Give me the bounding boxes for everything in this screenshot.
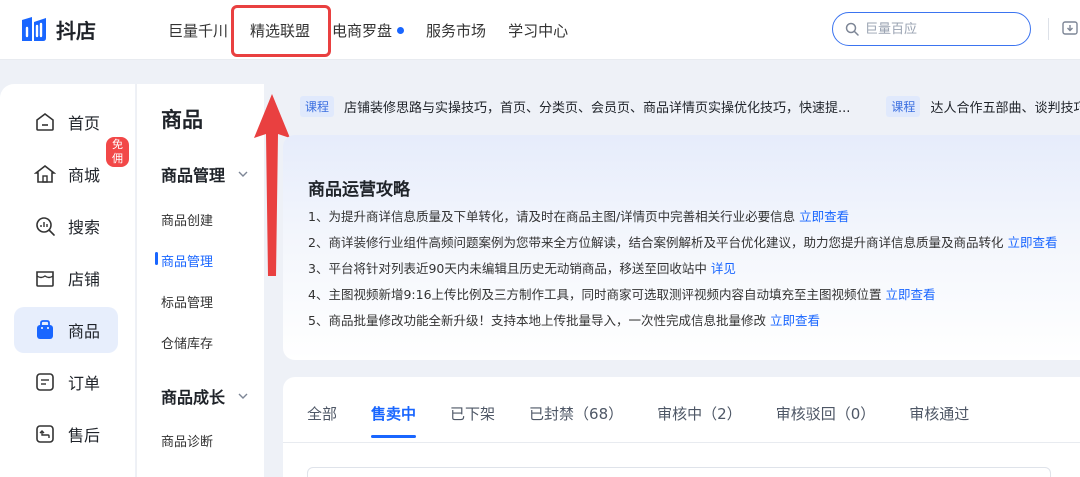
sidebar-item-search[interactable]: 搜索 xyxy=(14,203,118,249)
sidebar-item-products[interactable]: 商品 xyxy=(14,307,118,353)
guide-item: 4、主图视频新增9:16上传比例及三方制作工具，同时商家可选取测评视频内容自动填… xyxy=(308,286,1080,312)
status-tabs: 全部 售卖中 已下架 已封禁（68） 审核中（2） 审核驳回（0） 审核通过 xyxy=(307,403,1003,438)
chevron-down-icon xyxy=(238,171,248,177)
chevron-down-icon xyxy=(238,393,248,399)
sublink-warehouse-stock[interactable]: 仓储库存 xyxy=(161,333,213,352)
group-product-growth[interactable]: 商品成长 xyxy=(161,384,249,408)
guide-item: 3、平台将针对列表近90天内未编辑且历史无动销商品，移送至回收站中 详见 xyxy=(308,260,1080,286)
sublink-product-manage[interactable]: 商品管理 xyxy=(161,251,213,270)
sidebar-item-label: 商城 xyxy=(68,166,101,185)
sidebar-item-orders[interactable]: 订单 xyxy=(14,359,118,405)
section-title: 商品 xyxy=(161,108,203,132)
operation-guide-card: 商品运营攻略 1、为提升商详信息质量及下单转化，请及时在商品主图/详情页中完善相… xyxy=(283,135,1080,360)
douyin-shop-logo-icon xyxy=(22,17,46,41)
sublink-product-diagnosis[interactable]: 商品诊断 xyxy=(161,431,213,450)
guide-item: 2、商详装修行业组件高频问题案例为您带来全方位解读，结合案例解析及平台优化建议，… xyxy=(308,234,1080,260)
order-list-icon xyxy=(36,373,54,391)
tab-under-review[interactable]: 审核中（2） xyxy=(657,403,742,438)
free-commission-badge: 免佣 xyxy=(106,137,129,167)
nav-label: 巨量千川 xyxy=(168,21,229,40)
guide-text: 2、商详装修行业组件高频问题案例为您带来全方位解读，结合案例解析及平台优化建议，… xyxy=(308,235,1004,250)
nav-item-service-market[interactable]: 服务市场 xyxy=(426,20,486,41)
search-icon xyxy=(845,22,859,36)
tab-all[interactable]: 全部 xyxy=(307,403,337,438)
after-sales-icon xyxy=(36,425,54,443)
guide-item: 1、为提升商详信息质量及下单转化，请及时在商品主图/详情页中完善相关行业必要信息… xyxy=(308,208,1080,234)
tab-review-approved[interactable]: 审核通过 xyxy=(909,403,969,438)
download-icon[interactable] xyxy=(1062,20,1080,38)
secondary-sidebar: 商品 商品管理 商品创建 商品管理 标品管理 仓储库存 商品成长 商品诊断 xyxy=(136,84,264,477)
guide-text: 3、平台将针对列表近90天内未编辑且历史无动销商品，移送至回收站中 xyxy=(308,261,707,276)
main-sidebar: 首页 商城 免佣 搜索 店铺 商品 订单 售后 xyxy=(0,84,135,477)
guide-item: 5、商品批量修改功能全新升级！支持本地上传批量导入，一次性完成信息批量修改 立即查… xyxy=(308,312,1080,338)
sidebar-item-home[interactable]: 首页 xyxy=(14,99,118,145)
nav-item-learning-center[interactable]: 学习中心 xyxy=(508,20,568,41)
highlight-annotation xyxy=(231,5,331,57)
group-product-management[interactable]: 商品管理 xyxy=(161,162,249,186)
tab-delisted[interactable]: 已下架 xyxy=(450,403,495,438)
guide-link[interactable]: 详见 xyxy=(711,261,736,276)
divider xyxy=(283,442,1080,443)
top-navigation-bar: 抖店 巨量千川 精选联盟 电商罗盘 服务市场 学习中心 xyxy=(0,0,1080,60)
product-bag-icon xyxy=(37,320,53,339)
logo-text: 抖店 xyxy=(56,18,96,43)
sidebar-item-mall[interactable]: 商城 免佣 xyxy=(14,137,129,197)
guide-text: 5、商品批量修改功能全新升级！支持本地上传批量导入，一次性完成信息批量修改 xyxy=(308,313,766,328)
nav-item-compass[interactable]: 电商罗盘 xyxy=(332,20,405,41)
search-input[interactable] xyxy=(865,21,1015,37)
nav-label: 学习中心 xyxy=(508,21,569,40)
guide-link[interactable]: 立即查看 xyxy=(770,313,820,328)
new-dot-icon xyxy=(397,26,405,34)
search-analytics-icon xyxy=(36,217,55,236)
guide-link[interactable]: 立即查看 xyxy=(1007,235,1057,250)
sidebar-item-label: 商品 xyxy=(68,322,101,341)
product-list-card: 全部 售卖中 已下架 已封禁（68） 审核中（2） 审核驳回（0） 审核通过 xyxy=(283,377,1080,477)
guide-link[interactable]: 立即查看 xyxy=(799,209,849,224)
tab-review-rejected[interactable]: 审核驳回（0） xyxy=(776,403,876,438)
store-icon xyxy=(36,271,54,287)
guide-text: 1、为提升商详信息质量及下单转化，请及时在商品主图/详情页中完善相关行业必要信息 xyxy=(308,209,796,224)
course-text[interactable]: 店铺装修思路与实操技巧，首页、分类页、会员页、商品详情页实操优化技巧，快速提..… xyxy=(344,97,850,116)
sidebar-item-label: 搜索 xyxy=(68,218,101,237)
sidebar-item-label: 售后 xyxy=(68,426,101,445)
sidebar-item-store[interactable]: 店铺 xyxy=(14,255,118,301)
guide-text: 4、主图视频新增9:16上传比例及三方制作工具，同时商家可选取测评视频内容自动填… xyxy=(308,287,882,302)
logo[interactable]: 抖店 xyxy=(18,14,96,44)
mall-icon xyxy=(34,164,56,183)
tab-on-sale[interactable]: 售卖中 xyxy=(371,403,417,438)
sidebar-item-label: 订单 xyxy=(68,374,101,393)
home-icon xyxy=(36,113,54,131)
course-text[interactable]: 达人合作五部曲、谈判技巧 xyxy=(930,97,1080,116)
course-tag: 课程 xyxy=(886,95,921,117)
course-ticker[interactable]: 课程 店铺装修思路与实操技巧，首页、分类页、会员页、商品详情页实操优化技巧，快速… xyxy=(300,92,1080,120)
sidebar-item-label: 店铺 xyxy=(68,270,101,289)
sublink-standard-products[interactable]: 标品管理 xyxy=(161,292,213,311)
nav-label: 服务市场 xyxy=(426,21,487,40)
guide-list: 1、为提升商详信息质量及下单转化，请及时在商品主图/详情页中完善相关行业必要信息… xyxy=(308,208,1080,338)
sidebar-item-after-sales[interactable]: 售后 xyxy=(14,411,118,457)
sublink-product-create[interactable]: 商品创建 xyxy=(161,210,213,229)
guide-title: 商品运营攻略 xyxy=(308,180,410,200)
nav-item-qianchuan[interactable]: 巨量千川 xyxy=(168,20,228,41)
tab-banned[interactable]: 已封禁（68） xyxy=(529,403,623,438)
nav-label: 电商罗盘 xyxy=(332,21,393,40)
group-label: 商品成长 xyxy=(161,388,226,407)
divider xyxy=(1048,18,1049,40)
guide-link[interactable]: 立即查看 xyxy=(886,287,936,302)
active-indicator xyxy=(155,252,158,265)
course-tag: 课程 xyxy=(300,95,335,117)
filter-panel xyxy=(307,467,1051,477)
search-box[interactable] xyxy=(832,12,1031,46)
sidebar-item-label: 首页 xyxy=(68,114,101,133)
group-label: 商品管理 xyxy=(161,166,226,185)
